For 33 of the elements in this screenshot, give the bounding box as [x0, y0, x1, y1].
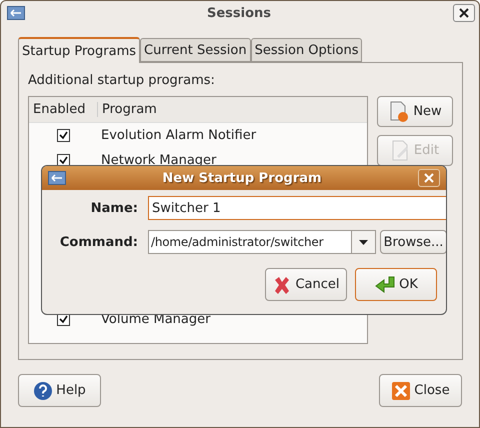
- name-field[interactable]: Switcher 1: [148, 196, 446, 220]
- column-header[interactable]: Program: [98, 102, 161, 117]
- close-icon: [458, 8, 469, 18]
- ok-button[interactable]: OK: [355, 268, 437, 301]
- enabled-checkbox[interactable]: [56, 129, 70, 142]
- dialog-title: New Startup Program: [162, 170, 322, 186]
- window-menu-icon[interactable]: [48, 171, 66, 185]
- close-button[interactable]: [452, 4, 475, 22]
- command-label: Command:: [58, 234, 138, 250]
- tab[interactable]: Current Session: [140, 38, 251, 62]
- new-document-icon: [388, 100, 410, 122]
- command-field[interactable]: /home/administrator/switcher: [148, 230, 352, 254]
- window-menu-icon[interactable]: [7, 6, 25, 20]
- help-button[interactable]: Help: [18, 374, 101, 407]
- program-name: Evolution Alarm Notifier: [100, 128, 256, 143]
- tab[interactable]: Startup Programs: [18, 37, 140, 63]
- list-label: Additional startup programs:: [28, 73, 216, 88]
- cancel-button[interactable]: Cancel: [265, 268, 347, 301]
- close-icon: [391, 380, 412, 400]
- edit-document-icon: [390, 140, 411, 162]
- program-name: Network Manager: [100, 153, 216, 168]
- name-label: Name:: [90, 200, 138, 216]
- column-header[interactable]: Enabled: [29, 102, 98, 117]
- close-dialog-button[interactable]: Close: [379, 374, 462, 407]
- dropdown-arrow-icon: [359, 240, 368, 244]
- ok-arrow-icon: [374, 274, 396, 294]
- dropdown-button[interactable]: [352, 230, 376, 254]
- close-icon: [424, 173, 434, 183]
- browse-button[interactable]: Browse...: [380, 230, 446, 254]
- new-button[interactable]: New: [377, 96, 453, 127]
- window-title: Sessions: [206, 6, 272, 20]
- help-icon: [33, 380, 54, 400]
- tab[interactable]: Session Options: [250, 38, 362, 62]
